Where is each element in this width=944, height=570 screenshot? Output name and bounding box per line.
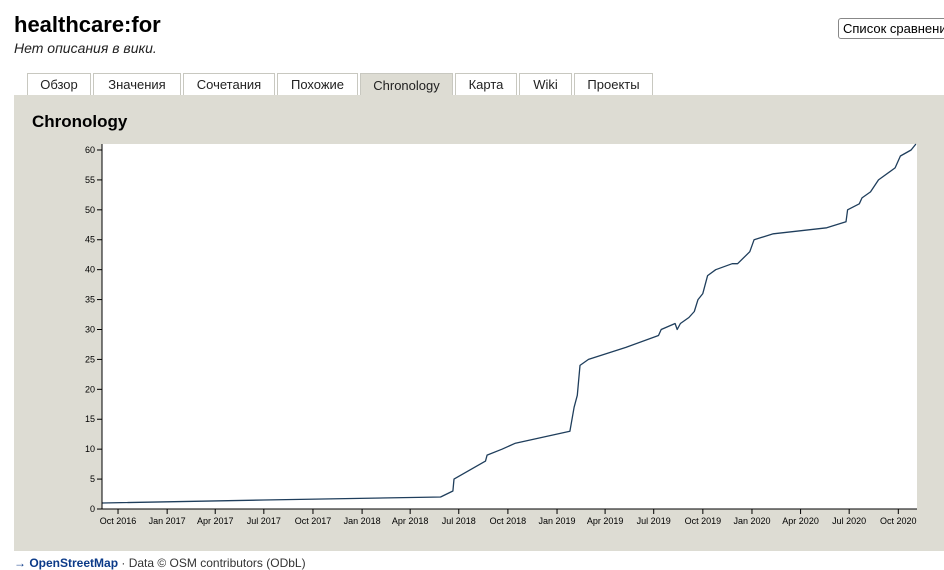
x-tick-label: Oct 2019 (685, 516, 722, 526)
x-tick-label: Apr 2017 (197, 516, 234, 526)
tab-overview[interactable]: Обзор (27, 73, 91, 95)
x-tick-label: Jul 2020 (832, 516, 866, 526)
page-description: Нет описания в вики. (14, 40, 157, 56)
x-tick-label: Oct 2017 (295, 516, 332, 526)
tab-wiki[interactable]: Wiki (519, 73, 572, 95)
y-tick-label: 15 (85, 414, 95, 424)
y-tick-label: 50 (85, 205, 95, 215)
y-tick-label: 40 (85, 265, 95, 275)
x-tick-label: Jul 2017 (247, 516, 281, 526)
x-tick-label: Jan 2020 (733, 516, 770, 526)
tab-bar: Обзор Значения Сочетания Похожие Chronol… (27, 73, 653, 96)
x-tick-label: Oct 2020 (880, 516, 917, 526)
chronology-chart: 0 5 10 15 20 25 30 35 40 45 50 55 60 Oct 2016 Jan 2017… (85, 143, 917, 526)
y-tick-label: 20 (85, 384, 95, 394)
y-tick-label: 5 (90, 474, 95, 484)
y-tick-label: 30 (85, 324, 95, 334)
y-tick-label: 60 (85, 145, 95, 155)
tab-chronology[interactable]: Chronology (360, 73, 453, 96)
x-tick-label: Jul 2018 (442, 516, 476, 526)
x-tick-label: Oct 2018 (490, 516, 527, 526)
tab-combinations[interactable]: Сочетания (183, 73, 275, 95)
tab-similar[interactable]: Похожие (277, 73, 358, 95)
x-tick-label: Jan 2017 (149, 516, 186, 526)
x-tick-label: Jan 2018 (344, 516, 381, 526)
x-tick-label: Apr 2019 (587, 516, 624, 526)
y-tick-label: 35 (85, 295, 95, 305)
tab-map[interactable]: Карта (455, 73, 517, 95)
x-tick-label: Apr 2020 (782, 516, 819, 526)
y-tick-label: 25 (85, 354, 95, 364)
y-tick-label: 0 (90, 504, 95, 514)
y-tick-label: 45 (85, 235, 95, 245)
x-tick-label: Oct 2016 (100, 516, 137, 526)
compare-list-button[interactable]: Список сравнени (838, 18, 944, 39)
page-title: healthcare:for (14, 12, 161, 37)
x-tick-label: Apr 2018 (392, 516, 429, 526)
tab-values[interactable]: Значения (93, 73, 181, 95)
plot-area (102, 144, 917, 509)
tab-projects[interactable]: Проекты (574, 73, 653, 95)
y-tick-label: 55 (85, 175, 95, 185)
x-tick-label: Jan 2019 (539, 516, 576, 526)
chronology-panel: Chronology 0 5 10 15 20 25 30 35 40 45 50 55 60 Oct 2… (14, 95, 944, 551)
x-tick-label: Jul 2019 (637, 516, 671, 526)
y-tick-label: 10 (85, 444, 95, 454)
